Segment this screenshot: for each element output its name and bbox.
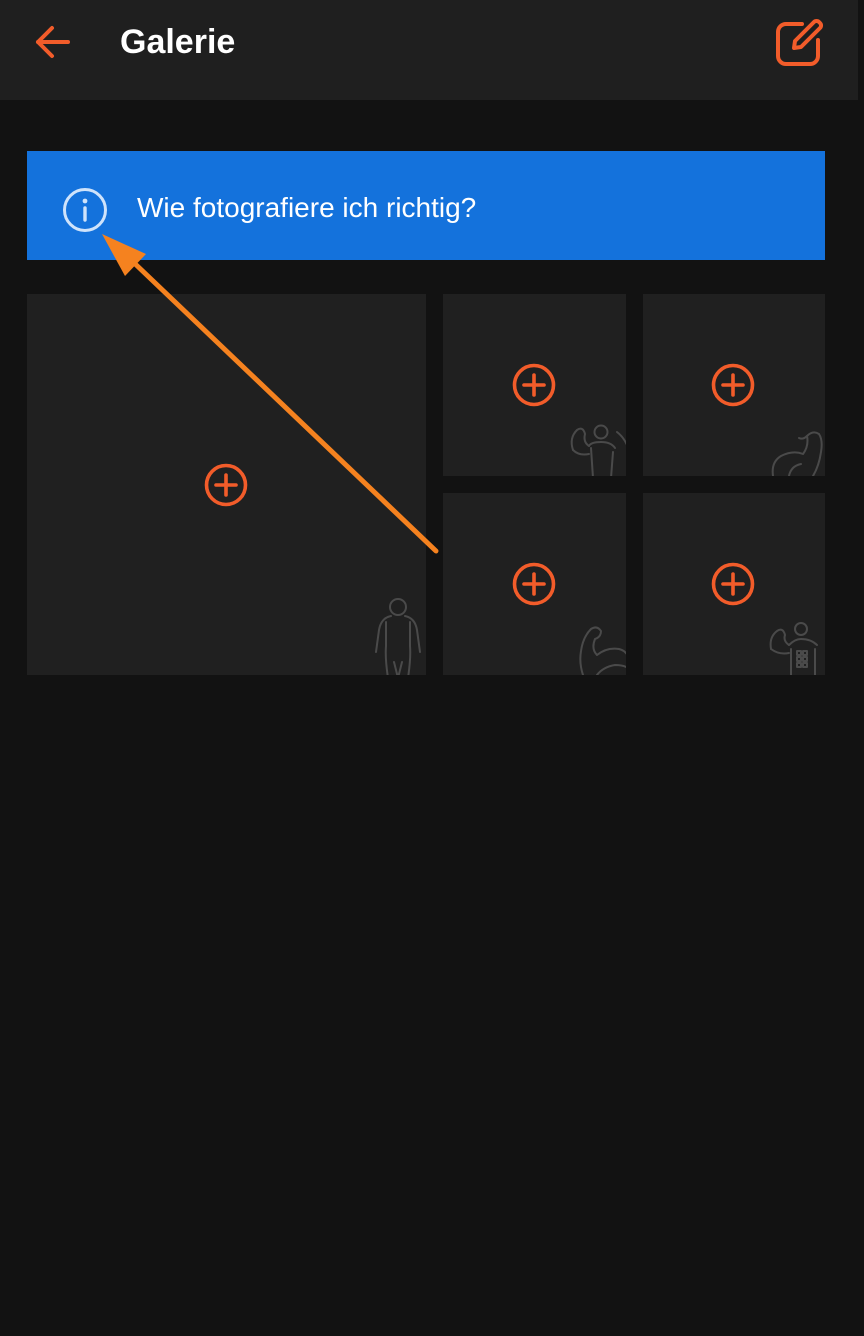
app-root: Galerie Wie fotografiere ich richtig? (0, 0, 864, 1336)
gallery-tile-front-double-biceps[interactable] (443, 294, 626, 476)
plus-circle-icon (512, 363, 556, 407)
info-icon (63, 188, 107, 232)
edit-icon (776, 18, 824, 66)
gallery-tile-front-full-body[interactable] (27, 294, 426, 675)
back-button[interactable] (30, 20, 74, 64)
plus-circle-icon (204, 463, 248, 507)
flexed-arm-silhouette-icon (771, 431, 823, 476)
arm-flex-silhouette-icon (579, 626, 626, 675)
plus-circle-icon (711, 562, 755, 606)
page-title: Galerie (120, 23, 236, 61)
plus-circle-icon (512, 562, 556, 606)
arrow-left-icon (36, 26, 70, 58)
photo-tips-banner[interactable]: Wie fotografiere ich richtig? (27, 151, 825, 260)
edit-button[interactable] (772, 14, 828, 70)
gallery-tile-flexed-arm[interactable] (443, 493, 626, 675)
double-biceps-silhouette-icon (570, 424, 626, 476)
gallery-tile-abs-and-thigh[interactable] (643, 493, 825, 675)
gallery-tile-side-biceps[interactable] (643, 294, 825, 476)
abs-silhouette-icon (769, 622, 818, 675)
photo-tips-label: Wie fotografiere ich richtig? (137, 192, 477, 223)
plus-circle-icon (711, 363, 755, 407)
top-app-bar: Galerie (0, 0, 858, 100)
full-body-silhouette-icon (375, 598, 421, 675)
